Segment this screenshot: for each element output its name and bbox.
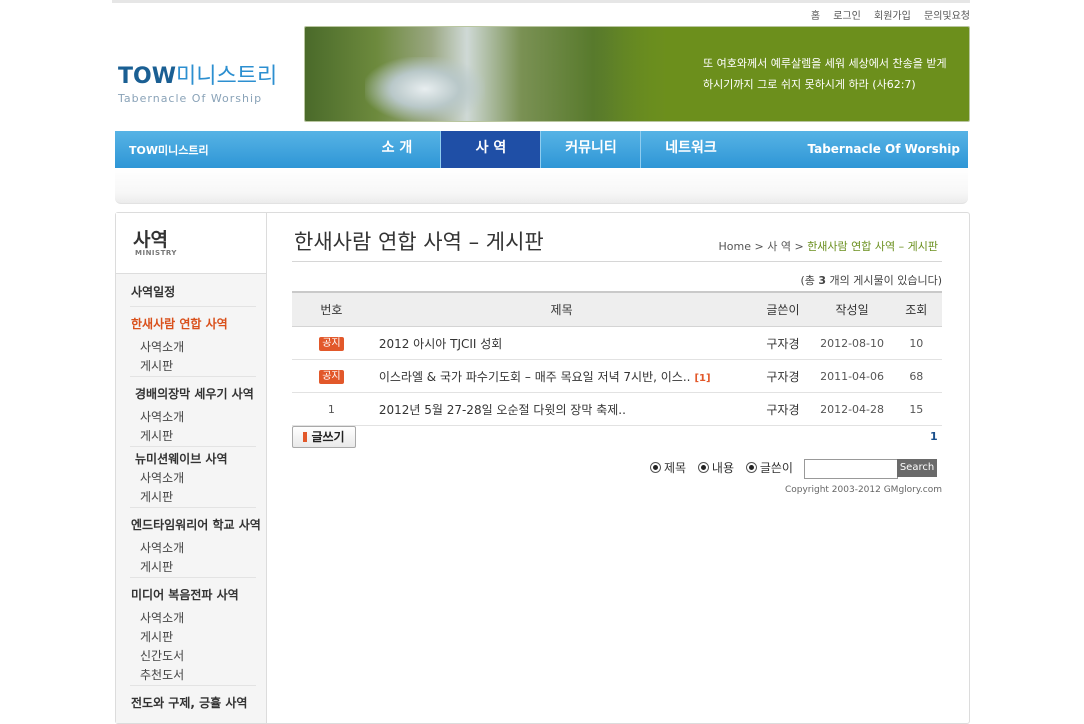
main-nav: TOW미니스트리 소 개 사 역 커뮤니티 네트워크 Tabernacle Of… — [115, 131, 968, 168]
post-date: 2012-08-10 — [813, 326, 891, 360]
site-logo[interactable]: TOW미니스트리 Tabernacle Of Worship — [118, 58, 277, 105]
banner-verse-line2: 하시기까지 그로 쉬지 못하시게 하라 (사62:7) — [703, 78, 916, 91]
post-title-link[interactable]: 2012 아시아 TJCII 성회 — [379, 337, 503, 351]
table-row: 공지 이스라엘 & 국가 파수기도회 – 매주 목요일 저녁 7시반, 이스..… — [292, 359, 942, 393]
header-date: 작성일 — [813, 291, 891, 327]
sub-menu-bar — [115, 168, 968, 204]
pencil-icon — [303, 432, 308, 442]
sidebar-title: 사역 — [133, 229, 168, 251]
sidebar-subitem-intro[interactable]: 사역소개 — [140, 609, 184, 626]
sidebar-subitem-board[interactable]: 게시판 — [140, 488, 173, 505]
post-count-value: 3 — [818, 274, 827, 287]
breadcrumb-separator: > — [794, 240, 804, 253]
sidebar-subitem-intro[interactable]: 사역소개 — [140, 539, 184, 556]
banner-verse: 또 여호와께서 예루살렘을 세워 세상에서 찬송을 받게 하시기까지 그로 쉬지… — [703, 53, 963, 95]
page-title: 한새사람 연합 사역 – 게시판 — [294, 230, 544, 254]
header-num: 번호 — [292, 291, 371, 327]
header-banner: 또 여호와께서 예루살렘을 세워 세상에서 찬송을 받게 하시기까지 그로 쉬지… — [304, 26, 970, 122]
post-title-link[interactable]: 2012년 5월 27-28일 오순절 다윗의 장막 축제.. — [379, 403, 626, 417]
search-button[interactable]: Search — [897, 459, 937, 477]
search-option-label: 내용 — [711, 461, 735, 475]
inquiry-link[interactable]: 문의및요청 — [924, 11, 970, 22]
search-title-radio[interactable] — [650, 462, 661, 473]
table-row: 공지 2012 아시아 TJCII 성회 구자경 2012-08-10 10 — [292, 326, 942, 360]
sidebar-item-onenewman[interactable]: 한새사람 연합 사역 — [131, 315, 228, 332]
nav-tagline: Tabernacle Of Worship — [807, 142, 960, 156]
comment-count[interactable]: [1] — [694, 373, 710, 384]
post-date: 2012-04-28 — [813, 392, 891, 426]
search-option-label: 제목 — [664, 461, 687, 475]
sidebar: 사역 MINISTRY 사역일정 한새사람 연합 사역 사역소개 게시판 경배의… — [116, 213, 267, 723]
post-author: 구자경 — [752, 326, 814, 360]
title-divider — [292, 261, 942, 262]
nav-brand[interactable]: TOW미니스트리 — [129, 142, 209, 158]
top-divider — [112, 0, 970, 3]
login-link[interactable]: 로그인 — [833, 11, 861, 22]
post-count: (총 3 개의 게시물이 있습니다) — [800, 274, 942, 287]
post-views: 10 — [890, 326, 942, 360]
search-option-label: 글쓴이 — [759, 461, 793, 475]
sidebar-item-endtime[interactable]: 엔드타임워리어 학교 사역 — [131, 516, 261, 533]
sidebar-subitem-intro[interactable]: 사역소개 — [140, 469, 184, 486]
post-number: 1 — [292, 392, 371, 426]
header-title: 제목 — [370, 291, 753, 327]
sidebar-item-newmission[interactable]: 뉴미션웨이브 사역 — [135, 450, 228, 467]
home-link[interactable]: 홈 — [811, 11, 820, 22]
search-content-radio[interactable] — [697, 462, 709, 473]
logo-subtitle: Tabernacle Of Worship — [118, 92, 263, 105]
notice-badge: 공지 — [319, 337, 344, 351]
logo-kr: 미니스트리 — [175, 64, 278, 89]
header-author: 글쓴이 — [752, 291, 814, 327]
search-options: 제목 내용 글쓴이 — [650, 459, 801, 476]
search-author-radio[interactable] — [745, 462, 757, 473]
sidebar-item-evangelism[interactable]: 전도와 구제, 긍휼 사역 — [131, 694, 247, 711]
table-header-row: 번호 제목 글쓴이 작성일 조회 — [292, 291, 942, 327]
breadcrumb-home[interactable]: Home — [719, 240, 751, 253]
sidebar-subtitle: MINISTRY — [135, 249, 177, 257]
logo-en: TOW — [118, 64, 176, 89]
search-input[interactable] — [804, 459, 898, 479]
breadcrumb-separator: > — [754, 240, 764, 253]
sidebar-subitem-newbooks[interactable]: 신간도서 — [140, 647, 184, 664]
sidebar-subitem-recbooks[interactable]: 추천도서 — [140, 666, 184, 683]
nav-item-intro[interactable]: 소 개 — [355, 131, 439, 168]
post-views: 15 — [890, 392, 942, 426]
nav-item-network[interactable]: 네트워크 — [640, 131, 741, 168]
breadcrumb-current: 한새사람 연합 사역 – 게시판 — [807, 240, 938, 253]
top-links: 홈 로그인 회원가입 문의및요청 — [801, 7, 970, 22]
pagination-current[interactable]: 1 — [930, 430, 938, 443]
post-date: 2011-04-06 — [813, 359, 891, 393]
sidebar-item-media[interactable]: 미디어 복음전파 사역 — [131, 586, 239, 603]
post-views: 68 — [890, 359, 942, 393]
write-button[interactable]: 글쓰기 — [292, 426, 356, 448]
nav-item-ministry[interactable]: 사 역 — [440, 131, 541, 168]
copyright: Copyright 2003-2012 GMglory.com — [784, 485, 942, 495]
sidebar-subitem-board[interactable]: 게시판 — [140, 427, 173, 444]
breadcrumb-section[interactable]: 사 역 — [767, 240, 791, 253]
header-views: 조회 — [890, 291, 942, 327]
sidebar-subitem-intro[interactable]: 사역소개 — [140, 338, 184, 355]
sidebar-item-schedule[interactable]: 사역일정 — [131, 283, 175, 300]
breadcrumb: Home > 사 역 > 한새사람 연합 사역 – 게시판 — [719, 238, 938, 254]
sidebar-subitem-intro[interactable]: 사역소개 — [140, 408, 184, 425]
board-table: 번호 제목 글쓴이 작성일 조회 공지 2012 아시아 TJCII 성회 구자… — [292, 291, 942, 426]
post-title-link[interactable]: 이스라엘 & 국가 파수기도회 – 매주 목요일 저녁 7시반, 이스.. — [379, 370, 691, 384]
nav-item-community[interactable]: 커뮤니티 — [540, 131, 641, 168]
post-author: 구자경 — [752, 392, 814, 426]
write-button-label: 글쓰기 — [311, 430, 345, 444]
sidebar-item-tabernacle[interactable]: 경배의장막 세우기 사역 — [135, 385, 254, 402]
table-row: 1 2012년 5월 27-28일 오순절 다윗의 장막 축제.. 구자경 20… — [292, 392, 942, 426]
sidebar-subitem-board[interactable]: 게시판 — [140, 628, 173, 645]
sidebar-subitem-board[interactable]: 게시판 — [140, 357, 173, 374]
notice-badge: 공지 — [319, 370, 344, 384]
banner-verse-line1: 또 여호와께서 예루살렘을 세워 세상에서 찬송을 받게 — [703, 57, 947, 70]
post-author: 구자경 — [752, 359, 814, 393]
sidebar-subitem-board[interactable]: 게시판 — [140, 558, 173, 575]
signup-link[interactable]: 회원가입 — [874, 11, 911, 22]
